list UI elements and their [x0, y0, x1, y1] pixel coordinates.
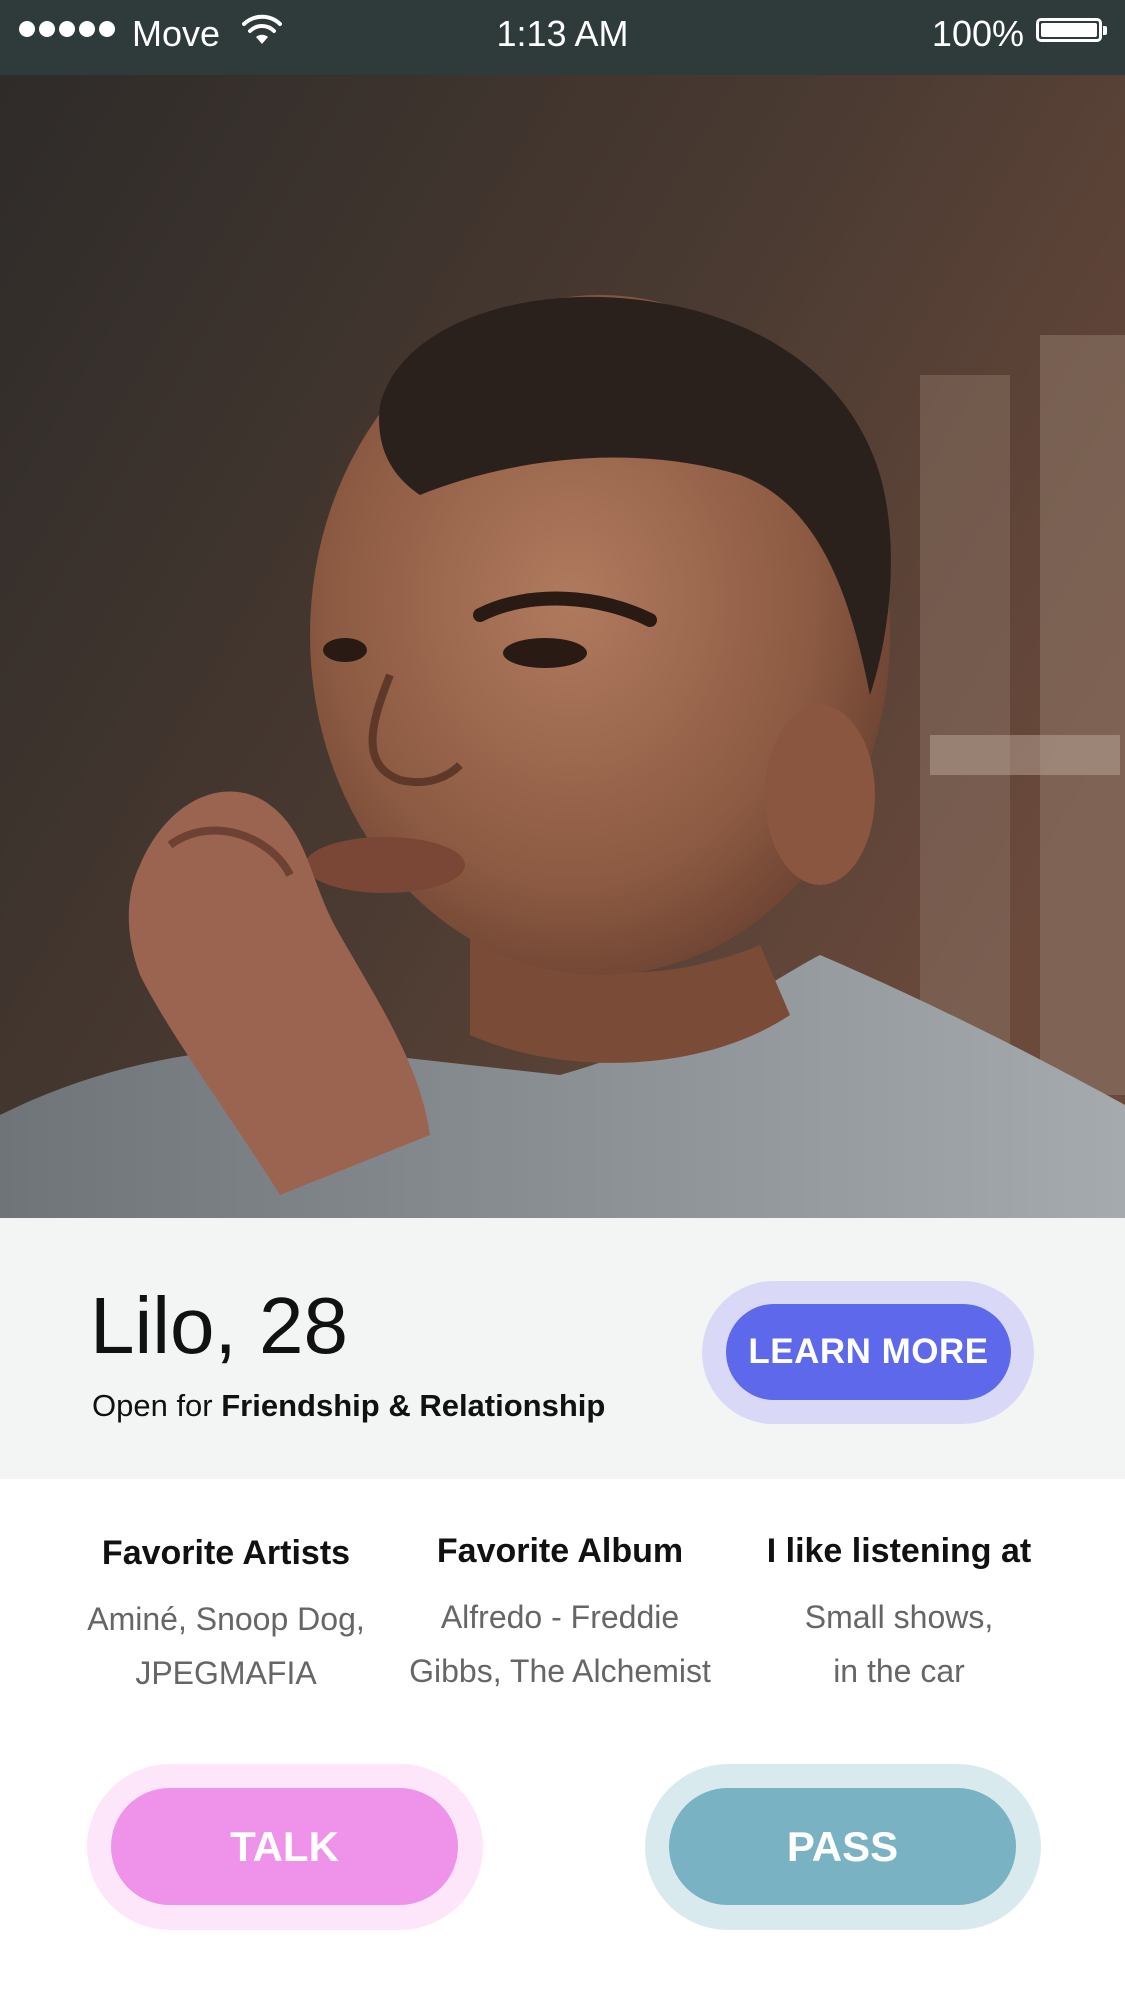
favorite-artists-line: Aminé, Snoop Dog, [87, 1601, 365, 1637]
profile-info-panel: Lilo, 28 Open for Friendship & Relations… [0, 1218, 1125, 1479]
intent-prefix: Open for [92, 1388, 222, 1423]
favorite-artists-title: Favorite Artists [101, 1534, 351, 1572]
favorite-artists-line: JPEGMAFIA [135, 1655, 317, 1691]
learn-more-button[interactable]: LEARN MORE [726, 1304, 1011, 1400]
favorite-artists-section: Favorite Artists Aminé, Snoop Dog, JPEGM… [56, 1528, 396, 1700]
battery-percentage: 100% [931, 13, 1024, 54]
relationship-intent: Open for Friendship & Relationship [92, 1386, 605, 1426]
listening-places-section: I like listening at Small shows, in the … [729, 1526, 1069, 1698]
listening-places-title: I like listening at [766, 1532, 1032, 1570]
profile-name-age: Lilo, 28 [90, 1281, 348, 1370]
profile-photo[interactable] [0, 75, 1125, 1218]
listening-places-line: Small shows, [804, 1599, 994, 1635]
listening-places-line: in the car [833, 1653, 965, 1689]
favorite-album-line: Alfredo - Freddie [440, 1599, 680, 1635]
status-bar: Move 1:13 AM 100% [0, 0, 1125, 75]
profile-photo-illustration [0, 75, 1125, 1218]
pass-button[interactable]: PASS [669, 1788, 1016, 1905]
favorite-album-section: Favorite Album Alfredo - Freddie Gibbs, … [390, 1526, 730, 1698]
battery-icon [1036, 18, 1107, 42]
favorite-album-line: Gibbs, The Alchemist [409, 1653, 711, 1689]
favorite-album-title: Favorite Album [436, 1532, 684, 1570]
intent-value: Friendship & Relationship [221, 1388, 606, 1423]
talk-button[interactable]: TALK [111, 1788, 458, 1905]
